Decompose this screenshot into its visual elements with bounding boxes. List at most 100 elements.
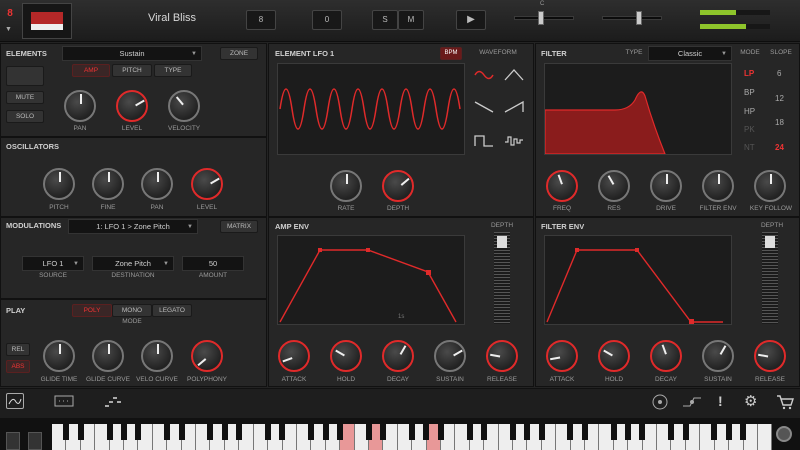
lfo-rate-knob[interactable] [330,170,362,202]
rel-button[interactable]: REL [6,343,30,356]
velocity-knob[interactable] [168,90,200,122]
arpeggiator-icon[interactable] [104,394,124,413]
osc-fine-knob[interactable] [92,168,124,200]
filter-slope-18[interactable]: 18 [775,118,784,127]
amp-sustain-knob[interactable] [434,340,466,372]
black-key[interactable] [236,424,243,440]
mode-mono[interactable]: MONO [112,304,152,317]
filter-mode-lp[interactable]: LP [744,69,754,78]
mute-button[interactable]: M [398,10,424,30]
lfo-title[interactable]: ELEMENT LFO 1 [275,49,334,58]
keyboard-scroll-knob[interactable] [776,426,792,442]
black-key[interactable] [423,424,430,440]
black-key[interactable] [538,424,545,440]
mode-legato[interactable]: LEGATO [152,304,192,317]
black-key[interactable] [509,424,516,440]
white-key[interactable] [757,424,773,450]
solo-button[interactable]: S [372,10,398,30]
bpm-button[interactable]: BPM [440,47,462,60]
filter-mode-bp[interactable]: BP [744,88,755,97]
filter-env-knob[interactable] [702,170,734,202]
black-key[interactable] [668,424,675,440]
filter-env-depth-handle[interactable] [765,236,775,248]
abs-button[interactable]: ABS [6,360,30,373]
black-key[interactable] [740,424,747,440]
velo-curve-knob[interactable] [141,340,173,372]
tab-type[interactable]: TYPE [154,64,192,77]
mode-poly[interactable]: POLY [72,304,112,317]
filter-mode-hp[interactable]: HP [744,107,755,116]
mute-element-button[interactable]: MUTE [6,91,44,104]
black-key[interactable] [524,424,531,440]
black-key[interactable] [610,424,617,440]
shop-cart-icon[interactable] [776,394,794,415]
settings-gear-icon[interactable]: ⚙ [744,392,757,410]
source-dropdown[interactable]: LFO 1 ▼ [22,256,84,271]
black-key[interactable] [77,424,84,440]
triangle-wave-icon[interactable] [504,68,524,87]
pitch-wheel[interactable] [6,432,20,450]
amp-hold-knob[interactable] [330,340,362,372]
play-icon[interactable]: ▶ [456,10,486,30]
element-dropdown[interactable]: Sustain ▼ [62,46,202,61]
synth-view-icon[interactable] [6,393,24,409]
glide-time-knob[interactable] [43,340,75,372]
black-key[interactable] [265,424,271,440]
pan-fader-handle[interactable] [538,11,544,25]
sine-wave-icon[interactable] [474,68,494,87]
filter-slope-6[interactable]: 6 [777,69,781,78]
info-alert-icon[interactable]: ! [718,393,723,409]
metronome-icon[interactable] [652,394,668,415]
tab-pitch[interactable]: PITCH [112,64,152,77]
black-key[interactable] [221,424,228,440]
solo-element-button[interactable]: SOLO [6,110,44,123]
filter-drive-knob[interactable] [650,170,682,202]
amp-env-depth-handle[interactable] [497,236,507,248]
black-key[interactable] [164,424,171,440]
black-key[interactable] [63,424,70,440]
black-key[interactable] [682,424,689,440]
black-key[interactable] [322,424,329,440]
black-key[interactable] [207,424,214,440]
black-key[interactable] [337,424,343,440]
osc-pan-knob[interactable] [141,168,173,200]
preset-name[interactable]: Viral Bliss [122,12,222,24]
filter-mode-nt[interactable]: NT [744,143,755,152]
amount-field[interactable]: 50 [182,256,244,271]
amp-env-display[interactable] [277,235,465,325]
grid-view-icon[interactable] [54,394,74,413]
black-key[interactable] [409,424,415,440]
channel-number[interactable]: 8 [3,8,17,19]
midi-learn-icon[interactable] [682,394,702,415]
black-key[interactable] [481,424,487,440]
filter-slope-24[interactable]: 24 [775,143,784,152]
amp-release-knob[interactable] [486,340,518,372]
noise-button[interactable] [6,66,44,86]
pan-fader[interactable] [514,16,574,20]
filter-mode-pk[interactable]: PK [744,125,755,134]
black-key[interactable] [567,424,574,440]
black-key[interactable] [365,424,372,440]
filter-release-knob[interactable] [754,340,786,372]
black-key[interactable] [121,424,127,440]
black-key[interactable] [106,424,113,440]
glide-curve-knob[interactable] [92,340,124,372]
filter-res-knob[interactable] [598,170,630,202]
filter-attack-knob[interactable] [546,340,578,372]
button-0[interactable]: 0 [312,10,342,30]
black-key[interactable] [625,424,631,440]
black-key[interactable] [178,424,185,440]
channel-down-icon[interactable]: ▼ [5,26,12,33]
black-key[interactable] [308,424,315,440]
saw-down-wave-icon[interactable] [474,100,494,119]
lfo-depth-knob[interactable] [382,170,414,202]
osc-pitch-knob[interactable] [43,168,75,200]
black-key[interactable] [135,424,142,440]
random-wave-icon[interactable] [504,134,524,153]
filter-hold-knob[interactable] [598,340,630,372]
key-follow-knob[interactable] [754,170,786,202]
square-wave-icon[interactable] [474,134,494,153]
black-key[interactable] [711,424,718,440]
filter-env-title[interactable]: FILTER ENV [541,222,584,231]
modulation-route-dropdown[interactable]: 1: LFO 1 > Zone Pitch ▼ [68,219,198,234]
